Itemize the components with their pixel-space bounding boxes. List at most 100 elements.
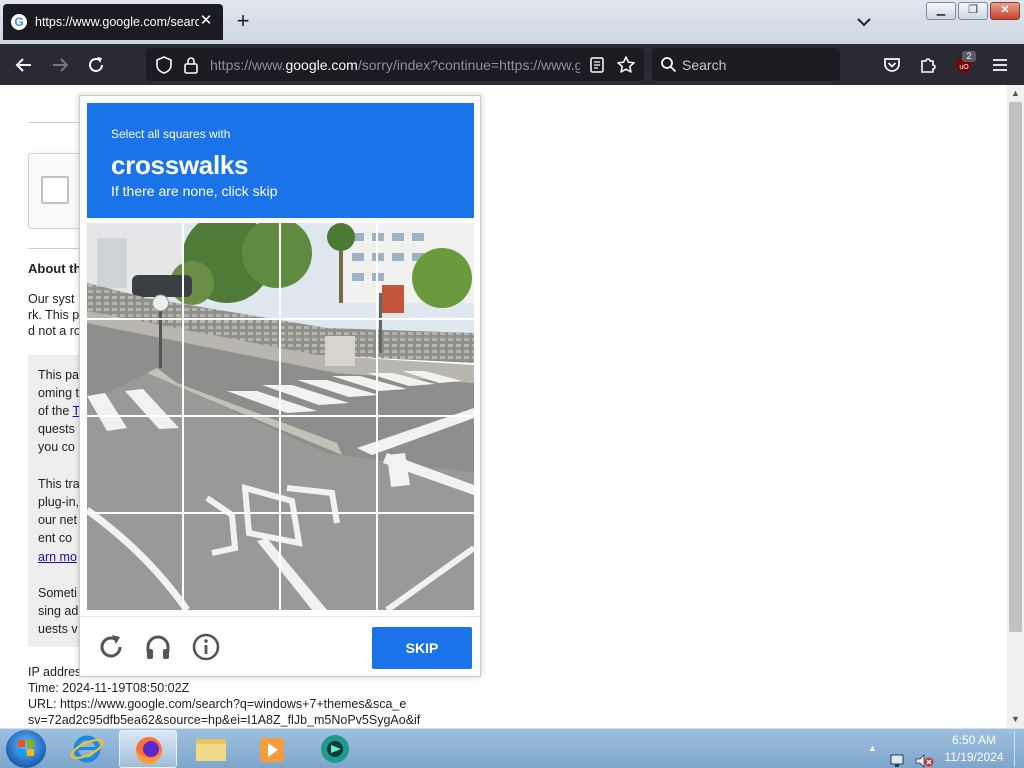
windows-flag-icon (18, 740, 34, 756)
reload-icon[interactable] (85, 54, 107, 76)
reload-challenge-icon[interactable] (96, 632, 126, 662)
media-player-icon (260, 738, 284, 762)
captcha-tile-r3c1[interactable] (87, 417, 182, 512)
extensions-puzzle-icon[interactable] (917, 54, 939, 76)
info-line: you co (38, 440, 75, 454)
lock-icon[interactable] (182, 55, 200, 75)
body-line: rk. This p (28, 308, 80, 322)
help-info-icon[interactable] (191, 632, 221, 662)
scroll-up-arrow-icon[interactable]: ▲ (1007, 85, 1024, 102)
show-hidden-icons-arrow-icon[interactable]: ▲ (868, 743, 877, 768)
tab-title: https://www.google.com/search (35, 15, 199, 29)
app-taskbar-icon[interactable] (306, 730, 364, 768)
search-placeholder: Search (682, 57, 727, 73)
info-line: quests (38, 422, 75, 436)
captcha-tile-r1c1[interactable] (87, 223, 182, 318)
url-host: google.com (285, 57, 358, 73)
new-tab-button[interactable]: + (232, 10, 254, 33)
skip-button[interactable]: SKIP (372, 627, 472, 669)
window-controls: ▁ ❐ ✕ (926, 2, 1020, 20)
back-icon[interactable] (13, 54, 35, 76)
url-line: URL: https://www.google.com/search?q=win… (28, 697, 407, 711)
challenge-footer: SKIP (80, 616, 480, 677)
captcha-tile-r2c2[interactable] (184, 320, 279, 415)
captcha-tile-r3c4[interactable] (378, 417, 473, 512)
info-line: Someti (38, 586, 77, 600)
captcha-tile-r1c3[interactable] (281, 223, 376, 318)
skip-hint-text: If there are none, click skip (111, 183, 278, 199)
about-heading: About th (28, 261, 82, 276)
learn-more-link[interactable]: arn mo (38, 550, 77, 564)
forward-icon[interactable] (49, 54, 71, 76)
captcha-tile-r2c4[interactable] (378, 320, 473, 415)
list-all-tabs-icon[interactable] (853, 12, 875, 32)
start-button-windows-logo-icon[interactable] (6, 730, 46, 768)
captcha-tile-r3c2[interactable] (184, 417, 279, 512)
captcha-tile-r2c3[interactable] (281, 320, 376, 415)
system-clock[interactable]: 6:50 AM 11/19/2024 (936, 732, 1012, 766)
page-scrollbar[interactable]: ▲ ▼ (1007, 85, 1024, 728)
captcha-tile-r1c4[interactable] (378, 223, 473, 318)
restore-button[interactable]: ❐ (958, 2, 988, 20)
search-icon (661, 57, 677, 73)
pocket-icon[interactable] (881, 54, 903, 76)
tab-strip: G https://www.google.com/search ✕ + ▁ ❐ … (0, 0, 1024, 44)
close-window-button[interactable]: ✕ (990, 2, 1020, 20)
info-line: uests v (38, 622, 78, 636)
instruction-text: Select all squares with (111, 127, 231, 141)
address-bar[interactable]: https://www.google.com/sorry/index?conti… (146, 48, 644, 81)
captcha-tile-r4c3[interactable] (281, 514, 376, 609)
windows-taskbar: ▲ 6:50 AM 11/19/2024 (0, 728, 1024, 768)
scroll-down-arrow-icon[interactable]: ▼ (1007, 711, 1024, 728)
info-line: of the T (38, 404, 80, 418)
folder-icon (196, 739, 226, 761)
captcha-tile-r4c1[interactable] (87, 514, 182, 609)
media-player-taskbar-icon[interactable] (243, 730, 301, 768)
url-line: sv=72ad2c95dfb5ea62&source=hp&ei=I1A8Z_f… (28, 713, 421, 727)
scrollbar-thumb[interactable] (1009, 102, 1022, 632)
svg-text:uO: uO (959, 64, 969, 71)
ie-icon (70, 735, 104, 763)
captcha-tile-r4c2[interactable] (184, 514, 279, 609)
target-object-label: crosswalks (111, 150, 249, 180)
search-bar[interactable]: Search (652, 48, 840, 81)
info-line: This pa (38, 368, 79, 382)
navigation-toolbar: https://www.google.com/sorry/index?conti… (0, 44, 1024, 85)
captcha-tile-r1c2[interactable] (184, 223, 279, 318)
tracking-protection-icon[interactable] (154, 55, 174, 75)
google-favicon-icon: G (11, 14, 27, 30)
info-line: sing ad (38, 604, 79, 618)
volume-muted-icon[interactable] (914, 741, 934, 768)
internet-explorer-taskbar-icon[interactable] (58, 730, 116, 768)
recaptcha-checkbox[interactable] (41, 176, 69, 204)
reader-view-icon[interactable] (588, 56, 606, 74)
network-icon[interactable] (888, 741, 906, 768)
audio-challenge-headphones-icon[interactable] (143, 632, 173, 662)
challenge-header: Select all squares with crosswalks If th… (87, 103, 474, 218)
teal-circle-app-icon (321, 735, 349, 763)
ip-address-line: IP addres (28, 665, 82, 679)
hamburger-menu-icon[interactable] (989, 54, 1011, 76)
captcha-tile-r2c1[interactable] (87, 320, 182, 415)
info-line: ent co (38, 531, 73, 545)
captcha-tile-r4c4[interactable] (378, 514, 473, 609)
close-tab-icon[interactable]: ✕ (197, 12, 215, 30)
url-text[interactable]: https://www.google.com/sorry/index?conti… (210, 57, 580, 73)
firefox-taskbar-icon[interactable] (119, 730, 177, 768)
image-grid (87, 223, 474, 610)
captcha-tile-r3c3[interactable] (281, 417, 376, 512)
clock-time: 6:50 AM (951, 733, 997, 747)
show-desktop-button[interactable] (1014, 731, 1024, 767)
minimize-button[interactable]: ▁ (926, 2, 956, 20)
info-text: of the (38, 404, 73, 418)
clock-date: 11/19/2024 (944, 750, 1004, 764)
browser-tab[interactable]: G https://www.google.com/search ✕ (3, 4, 223, 40)
info-line: This tra (38, 477, 80, 491)
url-path: /sorry/index?continue=https://www.google… (357, 57, 580, 73)
body-line: d not a ro (28, 324, 81, 338)
info-line: oming t (38, 386, 79, 400)
bookmark-star-icon[interactable] (616, 55, 636, 75)
recaptcha-challenge-popup: Select all squares with crosswalks If th… (79, 95, 481, 677)
url-prefix: https://www. (210, 57, 286, 73)
file-explorer-taskbar-icon[interactable] (182, 730, 240, 768)
